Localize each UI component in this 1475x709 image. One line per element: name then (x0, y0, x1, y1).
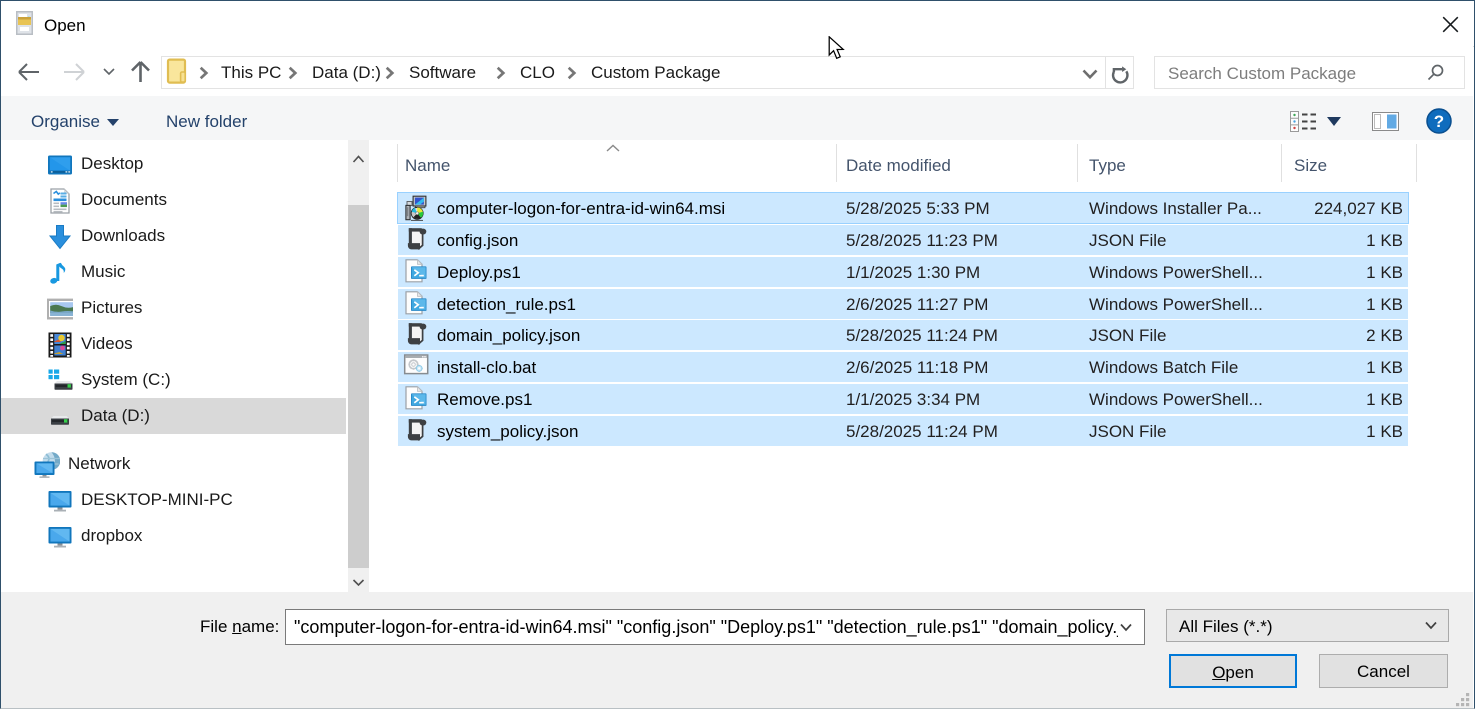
svg-text:?: ? (1434, 112, 1444, 131)
